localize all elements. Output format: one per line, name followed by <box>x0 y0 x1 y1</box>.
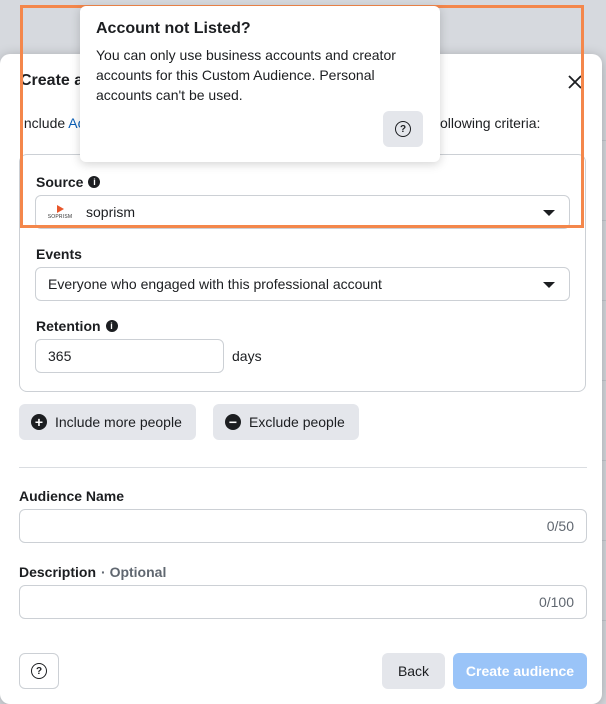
retention-input[interactable]: 365 <box>35 339 224 373</box>
plus-icon: + <box>31 414 47 430</box>
events-label: Events <box>36 246 82 262</box>
description-label: Description · Optional <box>19 564 167 580</box>
minus-icon: − <box>225 414 241 430</box>
tooltip-title: Account not Listed? <box>96 20 251 37</box>
create-audience-button[interactable]: Create audience <box>453 653 587 689</box>
audience-name-label: Audience Name <box>19 488 125 504</box>
include-more-people-button[interactable]: + Include more people <box>19 404 196 440</box>
back-button[interactable]: Back <box>382 653 445 689</box>
retention-unit: days <box>232 348 262 364</box>
tooltip-help-button[interactable]: ? <box>383 111 423 147</box>
events-selected-value: Everyone who engaged with this professio… <box>48 276 382 292</box>
description-input[interactable]: 0/100 <box>19 585 587 619</box>
description-counter: 0/100 <box>538 594 574 610</box>
question-icon: ? <box>31 663 47 679</box>
divider <box>19 467 587 468</box>
question-icon: ? <box>395 121 411 137</box>
help-button[interactable]: ? <box>19 653 59 689</box>
events-select[interactable]: Everyone who engaged with this professio… <box>35 267 570 301</box>
audience-name-counter: 0/50 <box>546 518 574 534</box>
retention-label: Retention i <box>36 318 118 334</box>
info-icon[interactable]: i <box>105 320 118 332</box>
chevron-down-icon <box>543 282 555 288</box>
exclude-people-button[interactable]: − Exclude people <box>213 404 359 440</box>
audience-name-input[interactable]: 0/50 <box>19 509 587 543</box>
optional-tag: · Optional <box>101 564 167 580</box>
tooltip-body: You can only use business accounts and c… <box>96 47 396 103</box>
account-not-listed-tooltip: Account not Listed? You can only use bus… <box>80 6 440 162</box>
